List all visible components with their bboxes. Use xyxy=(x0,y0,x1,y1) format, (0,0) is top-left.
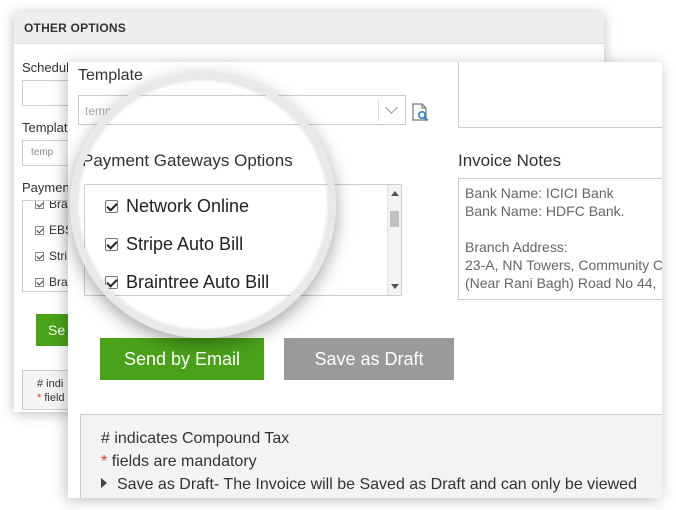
checkbox-checked-icon[interactable] xyxy=(35,251,44,261)
draft-note-text: Save as Draft- The Invoice will be Saved… xyxy=(117,476,637,493)
template-select[interactable]: temp xyxy=(78,95,406,125)
mandatory-text: fields are mandatory xyxy=(111,453,257,470)
back-template-label: Templat xyxy=(22,120,68,135)
checkbox-checked-icon[interactable] xyxy=(35,277,44,287)
invoice-notes-textarea[interactable]: Bank Name: ICICI Bank Bank Name: HDFC Ba… xyxy=(458,178,662,300)
invoice-notes-line: 23-A, NN Towers, Community C xyxy=(465,257,662,273)
back-note-text: field xyxy=(44,392,65,404)
back-gateway-label: Stri xyxy=(49,249,67,263)
checkbox-checked-icon[interactable] xyxy=(105,237,118,251)
invoice-notes-line: Branch Address: xyxy=(465,239,568,255)
template-preview-icon[interactable] xyxy=(410,102,430,122)
gateway-item-network-online[interactable]: Network Online xyxy=(85,187,401,225)
invoice-notes-line: Bank Name: HDFC Bank. xyxy=(465,203,625,219)
gateway-label: Stripe Auto Bill xyxy=(126,233,244,254)
payment-gateways-label: Payment Gateways Options xyxy=(82,151,293,170)
mandatory-note: * fields are mandatory xyxy=(101,450,662,473)
gateway-list-scrollbar[interactable] xyxy=(387,185,401,295)
gateway-label: Braintree Auto Bill xyxy=(126,271,270,292)
invoice-notes-line: Bank Name: ICICI Bank xyxy=(465,185,614,201)
gateway-label: Network Online xyxy=(126,195,250,216)
schedule-label: Schedul xyxy=(22,60,69,75)
compound-tax-note: # indicates Compound Tax xyxy=(101,430,290,447)
select-divider xyxy=(378,100,379,121)
gateway-item-braintree[interactable]: Braintree Auto Bill xyxy=(85,263,401,301)
notes-top-field[interactable] xyxy=(458,62,662,128)
scroll-up-arrow-icon[interactable] xyxy=(391,191,399,196)
info-note-box: # indicates Compound Tax * fields are ma… xyxy=(80,414,662,498)
gateway-item-stripe[interactable]: Stripe Auto Bill xyxy=(85,225,401,263)
scrollbar-thumb[interactable] xyxy=(390,211,399,227)
draft-note: Save as Draft- The Invoice will be Saved… xyxy=(101,473,662,496)
required-star: * xyxy=(101,453,108,470)
template-label: Template xyxy=(78,67,143,84)
checkbox-checked-icon[interactable] xyxy=(105,275,118,289)
send-by-email-button[interactable]: Send by Email xyxy=(100,338,264,380)
back-gateway-label: Bra xyxy=(49,200,68,211)
back-payment-label: Paymen xyxy=(22,180,70,195)
invoice-notes-blank-line xyxy=(465,220,662,238)
invoice-options-panel: Template temp Payment Gateways Options N… xyxy=(68,62,662,498)
other-options-header: OTHER OPTIONS xyxy=(14,12,604,44)
checkbox-checked-icon[interactable] xyxy=(35,201,44,209)
checkbox-checked-icon[interactable] xyxy=(105,199,118,213)
chevron-down-icon[interactable] xyxy=(385,101,398,114)
invoice-notes-label: Invoice Notes xyxy=(458,151,561,170)
back-gateway-label: Bra xyxy=(49,275,68,289)
save-as-draft-button[interactable]: Save as Draft xyxy=(284,338,454,380)
scroll-down-arrow-icon[interactable] xyxy=(391,284,399,289)
caret-right-icon xyxy=(101,478,107,488)
invoice-notes-line: (Near Rani Bagh) Road No 44, xyxy=(465,275,657,291)
checkbox-checked-icon[interactable] xyxy=(35,225,44,235)
required-star: * xyxy=(37,392,42,404)
template-select-value: temp xyxy=(85,104,112,118)
payment-gateways-list[interactable]: Network Online Stripe Auto Bill Braintre… xyxy=(84,184,402,296)
